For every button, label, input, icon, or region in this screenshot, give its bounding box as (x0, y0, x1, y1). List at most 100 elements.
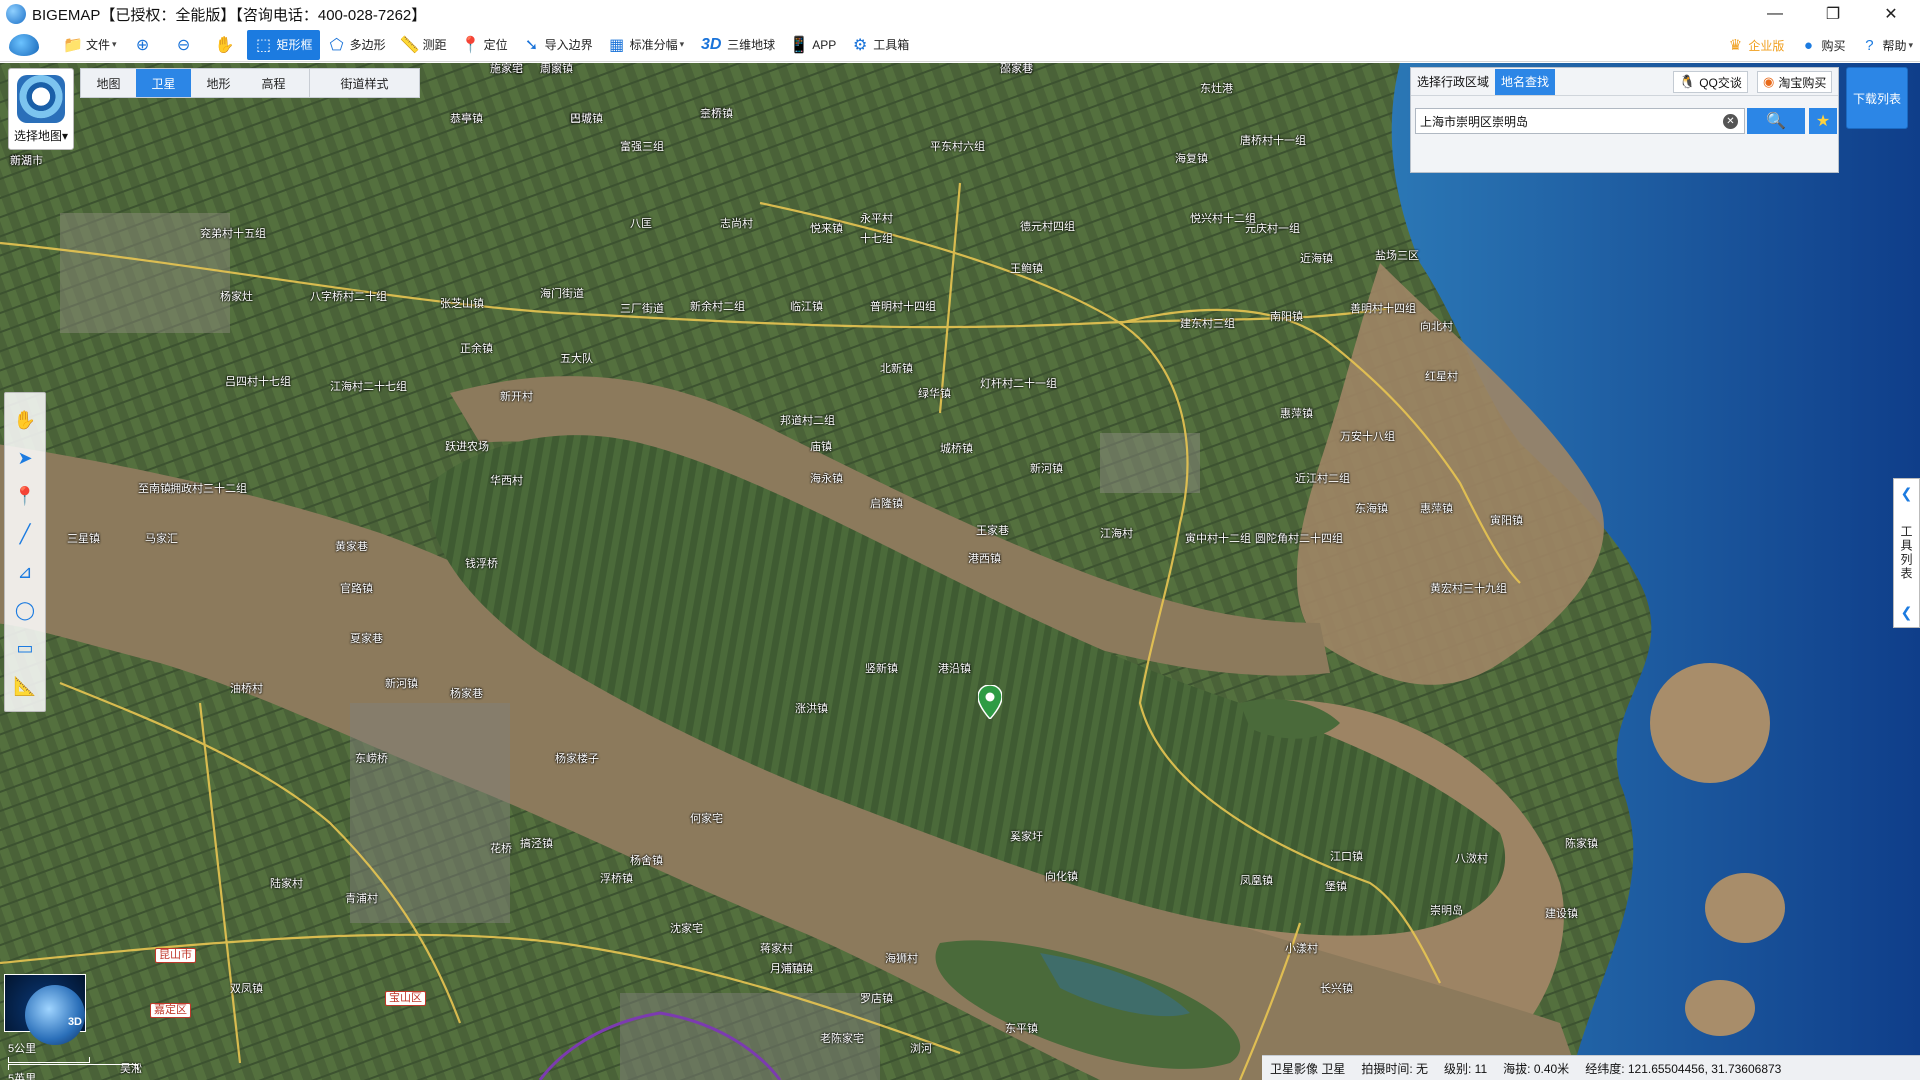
place-label: 杨家巷 (450, 688, 483, 700)
place-label: 小漾村 (1285, 943, 1318, 955)
place-label: 五大队 (560, 353, 593, 365)
taobao-buy-button[interactable]: ◉ 淘宝购买 (1757, 71, 1833, 93)
map-source-selector[interactable]: 选择地图▾ (8, 68, 74, 150)
toolbar-import-button[interactable]: ➘ 导入边界 (515, 30, 600, 60)
toolbar-label: 多边形 (349, 38, 386, 52)
place-label: 浮桥镇 (600, 873, 633, 885)
circle-icon[interactable]: ◯ (11, 597, 39, 623)
toolbar-items: 📁 文件 ▾ ⊕ ⊖ ✋ ⬚ 矩形框 ⬠ 多边形 📏 测距 📍 定位 ➘ 导入边界 ▦ 标准分幅 ▾ 3D 三维地球 📱 A… (56, 28, 916, 62)
location-pin-icon: 📍 (460, 36, 481, 54)
rectangle-select-icon: ⬚ (255, 36, 272, 54)
zoom-out-button[interactable]: ⊖ (165, 30, 206, 60)
satellite-imagery (0, 63, 1920, 1080)
place-label: 恭亭 (450, 113, 472, 125)
place-label: 巴城 (570, 113, 592, 125)
title-bar: BIGEMAP【已授权：全能版】【咨询电话：400-028-7262】 — ❐ … (0, 0, 1920, 28)
app-menu-logo-icon[interactable] (6, 31, 42, 59)
place-label: 向化镇 (1045, 871, 1078, 883)
toolbar-location-pin-button[interactable]: 📍 定位 (454, 30, 515, 60)
toolbar-label: 测距 (422, 38, 447, 52)
place-label: 邦道村二组 (780, 415, 835, 427)
pointer-icon[interactable]: ➤ (11, 445, 39, 471)
place-label: 花桥 (490, 843, 512, 855)
tab-place-search[interactable]: 地名查找 (1495, 68, 1556, 95)
status-level: 级别: 11 (1444, 1061, 1488, 1076)
place-label: 竖新镇 (865, 663, 898, 675)
tool-list-label: 工具列表 (1899, 525, 1913, 581)
place-label: 油桥村 (230, 683, 263, 695)
qq-chat-button[interactable]: 🐧 QQ交谈 (1673, 71, 1748, 93)
minimap-3d[interactable]: 3D (4, 974, 86, 1045)
place-label: 志尚村 (720, 218, 753, 230)
minimize-button[interactable]: — (1746, 0, 1804, 28)
place-search-value: 上海市崇明区崇明岛 (1420, 114, 1529, 129)
pan-hand-button[interactable]: ✋ (206, 30, 247, 60)
place-label: 蒋家村 (760, 943, 793, 955)
place-label: 三星镇 (67, 533, 100, 545)
toolbar-label: 文件 (86, 38, 111, 52)
place-label: 灯杆村二十一组 (980, 378, 1057, 390)
toolbar-phone-button[interactable]: 📱 APP (782, 30, 843, 60)
place-label: 元庆村一组 (1245, 223, 1300, 235)
line-icon[interactable]: ╱ (11, 521, 39, 547)
ruler-icon[interactable]: 📐 (11, 673, 39, 699)
place-label: 东灶港 (1200, 83, 1233, 95)
place-label: 惠萍镇 (1280, 408, 1313, 420)
location-marker-icon[interactable] (977, 684, 1003, 721)
place-label: 近海镇 (1300, 253, 1333, 265)
toolbar-3d-button[interactable]: 3D 三维地球 (691, 30, 782, 60)
map-tab-3[interactable]: 高程 (246, 69, 301, 97)
place-search-input[interactable]: 上海市崇明区崇明岛 ✕ (1415, 108, 1745, 134)
place-label: 建设镇 (1545, 908, 1578, 920)
toolbar-right-label: 帮助 (1882, 38, 1907, 53)
tool-list-tab[interactable]: ❮ 工具列表 ❮ (1893, 478, 1920, 628)
toolbar-polygon-button[interactable]: ⬠ 多边形 (320, 30, 393, 60)
toolbar-grid-button[interactable]: ▦ 标准分幅 ▾ (600, 30, 692, 60)
map-tab-0[interactable]: 地图 (81, 69, 136, 97)
left-drawing-tools: ✋ ➤ 📍 ╱ ⊿ ◯ ▭ 📐 (4, 392, 46, 712)
scale-km-label: 5公里 (8, 1043, 37, 1055)
map-tab-2[interactable]: 地形 (191, 69, 246, 97)
download-list-button[interactable]: 下载列表 (1846, 67, 1908, 129)
pan-hand-icon[interactable]: ✋ (11, 407, 39, 433)
rectangle-icon[interactable]: ▭ (11, 635, 39, 661)
tab-select-region[interactable]: 选择行政区域 (1411, 69, 1495, 95)
clear-icon[interactable]: ✕ (1723, 114, 1738, 129)
buy-button[interactable]: ● 购买 (1791, 30, 1852, 60)
place-label: 永平村 (860, 213, 893, 225)
place-label: 平东村六组 (930, 141, 985, 153)
toolbar-label: 矩形框 (276, 38, 313, 52)
pin-icon[interactable]: 📍 (11, 483, 39, 509)
place-label: 正余镇 (460, 343, 493, 355)
polyline-icon[interactable]: ⊿ (11, 559, 39, 585)
polygon-icon: ⬠ (329, 36, 344, 54)
place-label: 港西镇 (968, 553, 1001, 565)
star-icon: ★ (1815, 113, 1831, 130)
map-scale: 5公里 5英里 (8, 1040, 138, 1080)
status-shot-time: 拍摄时间: 无 (1361, 1061, 1429, 1076)
place-label: 凤凰镇 (1240, 875, 1273, 887)
place-label: 惠萍镇 (1420, 503, 1453, 515)
toolbar-folder-button[interactable]: 📁 文件 ▾ (56, 30, 124, 60)
earth-icon (25, 985, 85, 1045)
place-label: 善明村十四组 (1350, 303, 1416, 315)
toolbar-rectangle-select-button[interactable]: ⬚ 矩形框 (246, 29, 320, 60)
restore-button[interactable]: ❐ (1804, 0, 1862, 28)
toolbar-ruler-button[interactable]: 📏 测距 (393, 30, 454, 60)
favorite-button[interactable]: ★ (1809, 108, 1837, 134)
place-label: 江海村 (1100, 528, 1133, 540)
map-view[interactable]: 南通市 余西镇 十八组 三甲镇 四甲镇 余东镇 兴东村 富强三组 八匡 志尚村 悦来镇 永平村 十七组平… (0, 63, 1920, 1080)
folder-icon: 📁 (63, 36, 83, 54)
crown-button[interactable]: ♛ 企业版 (1718, 30, 1791, 60)
street-style-button[interactable]: 街道样式 (309, 69, 419, 97)
grid-icon: ▦ (609, 36, 625, 54)
help-button[interactable]: ? 帮助 ▾ (1852, 30, 1920, 60)
ruler-icon: 📏 (399, 36, 420, 54)
search-button[interactable]: 🔍 (1747, 108, 1805, 134)
import-icon: ➘ (524, 36, 539, 54)
place-label: 唐桥村十一组 (1240, 135, 1306, 147)
close-button[interactable]: ✕ (1862, 0, 1920, 28)
zoom-in-button[interactable]: ⊕ (124, 30, 165, 60)
toolbar-gear-button[interactable]: ⚙ 工具箱 (843, 30, 916, 60)
map-tab-1[interactable]: 卫星 (136, 69, 191, 97)
